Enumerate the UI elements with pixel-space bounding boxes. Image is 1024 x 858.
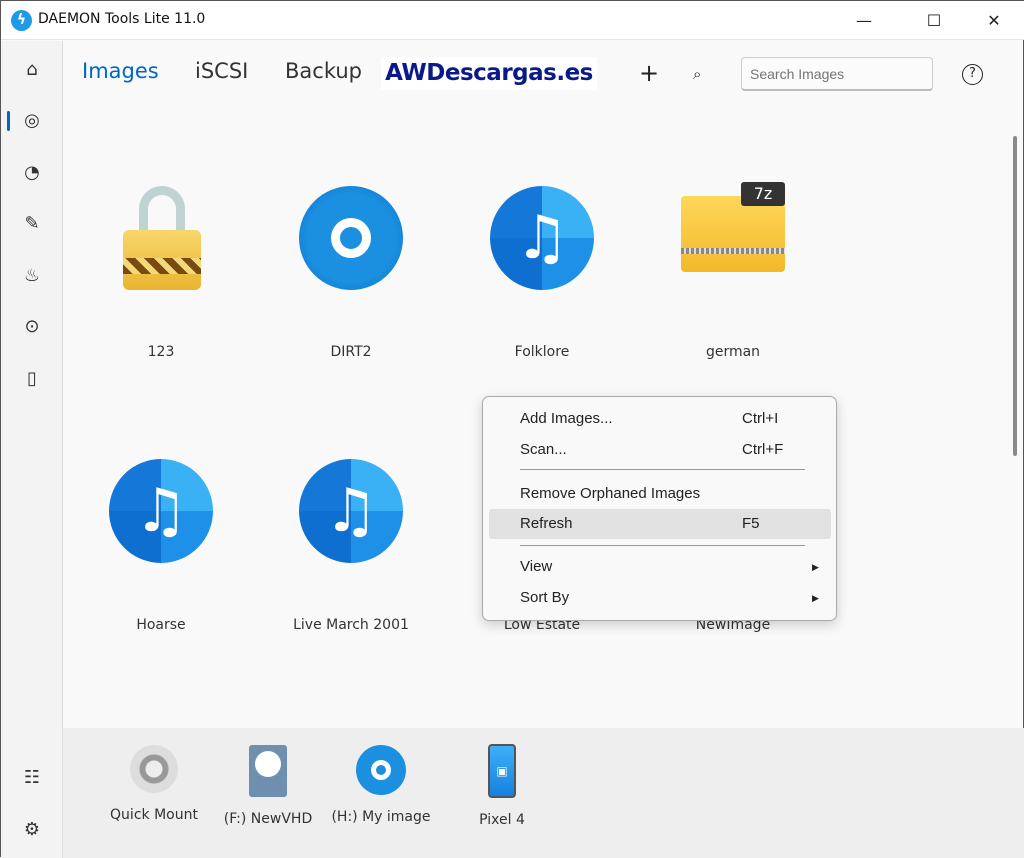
image-label: DIRT2	[330, 344, 372, 360]
menu-item-add-images[interactable]: Add Images... Ctrl+I	[489, 404, 831, 434]
image-item-german[interactable]: 7z german	[643, 182, 823, 360]
minimize-button[interactable]: —	[841, 1, 887, 40]
context-menu: Add Images... Ctrl+I Scan... Ctrl+F Remove…	[482, 396, 837, 621]
menu-item-scan[interactable]: Scan... Ctrl+F	[489, 435, 831, 465]
image-label: 123	[147, 344, 175, 360]
android-phone-icon: ▣	[488, 744, 516, 798]
search-icon[interactable]: ⌕	[693, 65, 701, 83]
device-label: Quick Mount	[110, 807, 198, 823]
tab-images[interactable]: Images	[82, 59, 159, 83]
window-title: DAEMON Tools Lite 11.0	[38, 11, 206, 27]
image-label: german	[705, 344, 761, 360]
image-item-hoarse[interactable]: ♫ Hoarse	[71, 459, 251, 633]
device-newvhd[interactable]: (F:) NewVHD	[213, 742, 323, 830]
flame-icon[interactable]: ♨	[19, 263, 45, 289]
title-bar: ϟ DAEMON Tools Lite 11.0 — ☐ ✕	[1, 1, 1024, 40]
image-item-live-march-2001[interactable]: ♫ Live March 2001	[261, 459, 441, 633]
menu-item-refresh[interactable]: Refresh F5	[489, 509, 831, 539]
music-icon: ♫	[490, 186, 594, 290]
quick-mount-disc-icon	[130, 745, 178, 793]
watermark: AWDescargas.es	[381, 57, 597, 90]
image-item-dirt2[interactable]: DIRT2	[261, 186, 441, 360]
image-item-123[interactable]: 123	[71, 186, 251, 360]
submenu-arrow-icon: ▶	[812, 593, 819, 603]
disc-image-icon	[356, 745, 406, 795]
image-label: Hoarse	[136, 617, 186, 633]
disc-image-icon	[299, 186, 403, 290]
license-icon[interactable]: ☷	[19, 765, 45, 791]
lock-icon	[109, 186, 213, 290]
image-item-folklore[interactable]: ♫ Folklore	[452, 186, 632, 360]
music-icon: ♫	[299, 459, 403, 563]
add-image-button[interactable]: +	[639, 59, 659, 87]
menu-separator	[520, 469, 805, 470]
settings-icon[interactable]: ⚙	[19, 817, 45, 843]
image-label: Live March 2001	[293, 617, 409, 633]
sidebar: ⌂ ◎ ◔ ✎ ♨ ⊙ ▯ ☷ ⚙	[1, 41, 63, 858]
device-label: (H:) My image	[331, 809, 431, 825]
menu-item-sort-by[interactable]: Sort By ▶	[489, 583, 831, 613]
scrollbar[interactable]	[1013, 136, 1017, 456]
maximize-button[interactable]: ☐	[911, 1, 957, 40]
device-my-image[interactable]: (H:) My image	[326, 742, 436, 828]
help-button[interactable]: ?	[962, 64, 983, 85]
quick-mount-button[interactable]: Quick Mount	[99, 742, 209, 826]
menu-item-remove-orphaned[interactable]: Remove Orphaned Images	[489, 479, 831, 509]
selection-indicator	[7, 111, 10, 131]
submenu-arrow-icon: ▶	[812, 562, 819, 572]
pencil-icon[interactable]: ✎	[19, 211, 45, 237]
device-label: (F:) NewVHD	[223, 811, 313, 827]
virtual-drive-icon[interactable]: ◔	[19, 160, 45, 186]
device-pixel-4[interactable]: ▣ Pixel 4	[447, 742, 557, 831]
music-icon: ♫	[109, 459, 213, 563]
usb-icon[interactable]: ▯	[19, 366, 45, 392]
disc-icon[interactable]: ◎	[19, 108, 45, 134]
home-icon[interactable]: ⌂	[19, 57, 45, 83]
tab-backup[interactable]: Backup	[285, 59, 362, 83]
device-label: Pixel 4	[479, 812, 525, 828]
hard-drive-icon	[249, 745, 287, 797]
search-input[interactable]	[741, 57, 933, 91]
daemon-tools-logo-icon: ϟ	[11, 10, 32, 31]
disc-search-icon[interactable]: ⊙	[19, 314, 45, 340]
zip-archive-icon: 7z	[681, 182, 785, 286]
device-bar: Quick Mount (F:) NewVHD (H:) My image ▣ …	[63, 728, 1024, 858]
image-label: Folklore	[514, 344, 570, 360]
menu-item-view[interactable]: View ▶	[489, 552, 831, 582]
tab-iscsi[interactable]: iSCSI	[195, 59, 248, 83]
close-button[interactable]: ✕	[971, 1, 1017, 40]
menu-separator	[520, 545, 805, 546]
